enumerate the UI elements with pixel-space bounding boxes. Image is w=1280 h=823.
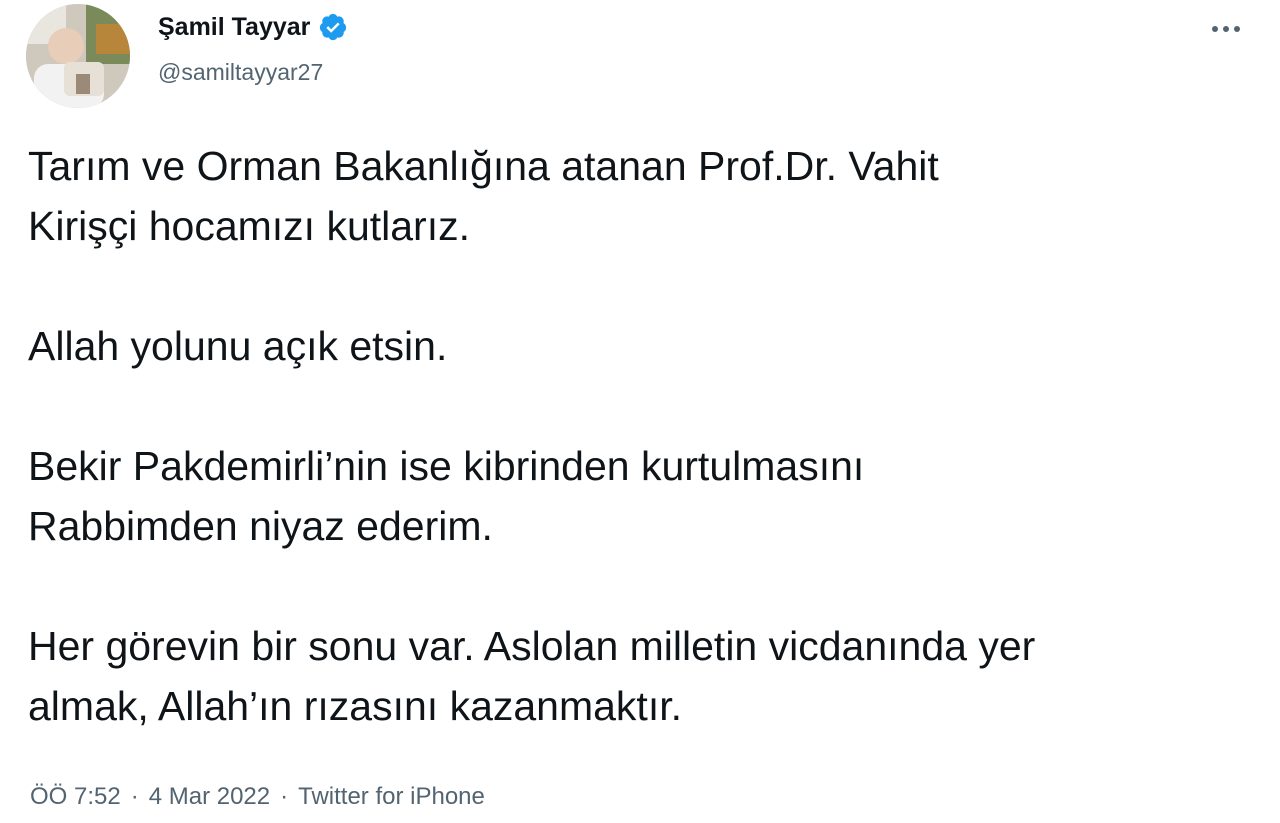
tweet-source[interactable]: Twitter for iPhone [298, 782, 485, 812]
more-horizontal-icon[interactable] [1204, 14, 1248, 44]
tweet-meta: ÖÖ 7:52 · 4 Mar 2022 · Twitter for iPhon… [30, 782, 485, 812]
dot-icon [1223, 26, 1229, 32]
dot-icon [1234, 26, 1240, 32]
tweet-time[interactable]: ÖÖ 7:52 [30, 782, 121, 812]
meta-separator: · [130, 783, 139, 810]
tweet-line: Bekir Pakdemirli’nin ise kibrinden kurtu… [28, 443, 865, 489]
tweet-text: Tarım ve Orman Bakanlığına atanan Prof.D… [28, 136, 1268, 736]
author-handle[interactable]: @samiltayyar27 [158, 58, 323, 86]
author-row: Şamil Tayyar [158, 12, 348, 42]
tweet-card: Şamil Tayyar @samiltayyar27 Tarım ve Orm… [0, 0, 1280, 823]
tweet-date[interactable]: 4 Mar 2022 [149, 782, 270, 812]
verified-badge-icon [318, 12, 348, 42]
tweet-paragraph: Allah yolunu açık etsin. [28, 316, 1268, 376]
tweet-paragraph: Bekir Pakdemirli’nin ise kibrinden kurtu… [28, 436, 1268, 556]
tweet-line: Her görevin bir sonu var. Aslolan millet… [28, 623, 1036, 669]
meta-separator: · [280, 783, 289, 810]
tweet-line: Kirişçi hocamızı kutlarız. [28, 203, 470, 249]
tweet-paragraph: Her görevin bir sonu var. Aslolan millet… [28, 616, 1268, 736]
tweet-line: Tarım ve Orman Bakanlığına atanan Prof.D… [28, 143, 939, 189]
dot-icon [1212, 26, 1218, 32]
tweet-line: almak, Allah’ın rızasını kazanmaktır. [28, 683, 682, 729]
author-display-name[interactable]: Şamil Tayyar [158, 12, 310, 42]
tweet-line: Allah yolunu açık etsin. [28, 323, 448, 369]
tweet-paragraph: Tarım ve Orman Bakanlığına atanan Prof.D… [28, 136, 1268, 256]
tweet-line: Rabbimden niyaz ederim. [28, 503, 493, 549]
avatar[interactable] [26, 4, 130, 108]
